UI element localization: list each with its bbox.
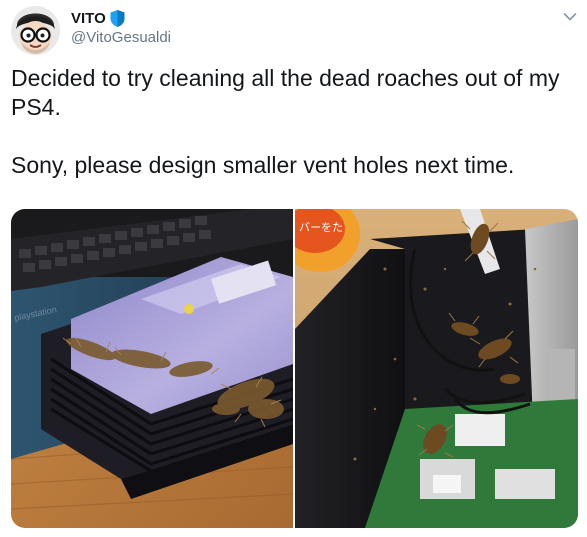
- name-row: VITO: [71, 8, 171, 28]
- ps4-interior-image: バーをた: [295, 209, 578, 528]
- tweet-card: VITO @VitoGesualdi Decided to try cleani…: [0, 0, 587, 537]
- tweet-text: Decided to try cleaning all the dead roa…: [11, 64, 577, 180]
- tweet-text-line: Decided to try cleaning all the dead roa…: [11, 65, 560, 120]
- ps4-vent-image: playstation: [11, 209, 293, 528]
- chevron-down-icon[interactable]: [563, 12, 577, 22]
- photo-ps4-vent[interactable]: playstation: [11, 209, 293, 528]
- avatar[interactable]: [11, 6, 60, 55]
- author-block: VITO @VitoGesualdi: [71, 8, 171, 46]
- media-grid: playstation バーをた: [11, 209, 578, 528]
- user-handle[interactable]: @VitoGesualdi: [71, 29, 171, 46]
- verified-badge-icon: [110, 9, 125, 27]
- photo-ps4-interior[interactable]: バーをた: [295, 209, 578, 528]
- avatar-face-icon: [11, 6, 60, 55]
- display-name[interactable]: VITO: [71, 10, 106, 27]
- tweet-text-line: Sony, please design smaller vent holes n…: [11, 152, 515, 178]
- container-label-text: バーをた: [299, 221, 343, 234]
